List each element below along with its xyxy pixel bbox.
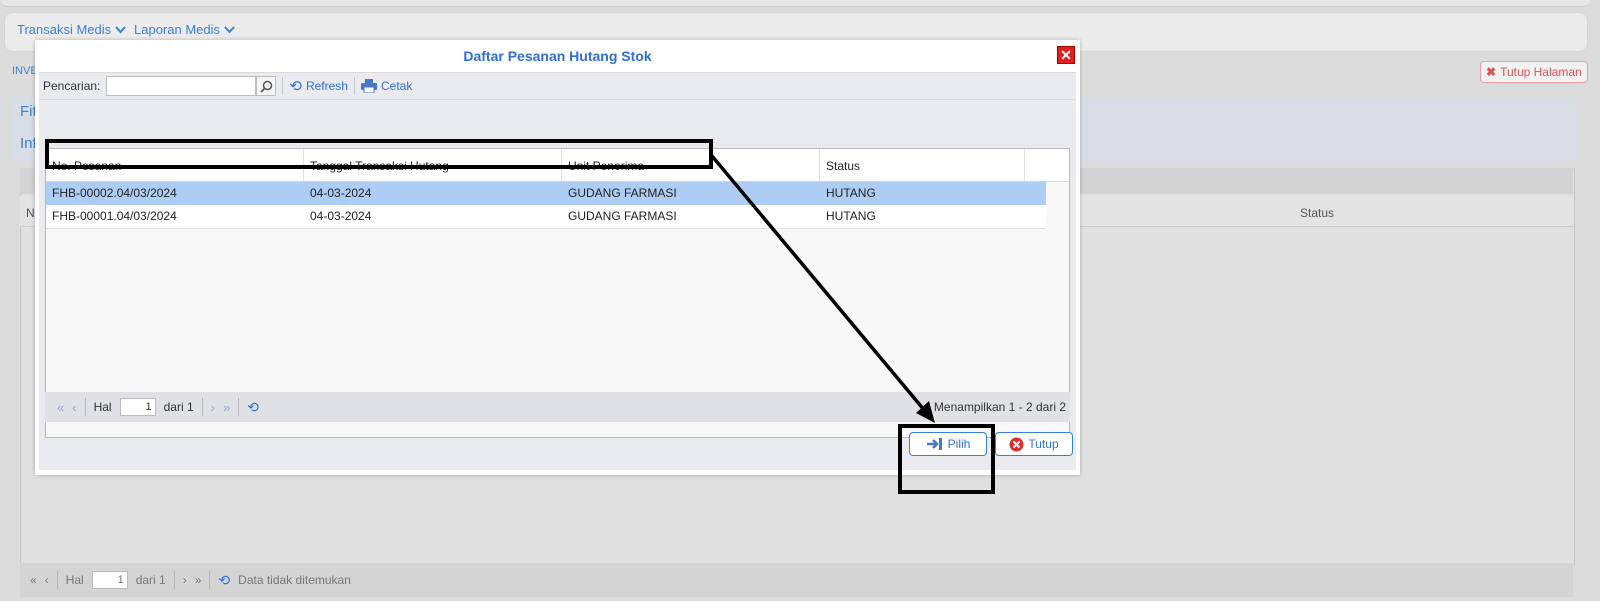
annotation-arrow (710, 154, 935, 423)
